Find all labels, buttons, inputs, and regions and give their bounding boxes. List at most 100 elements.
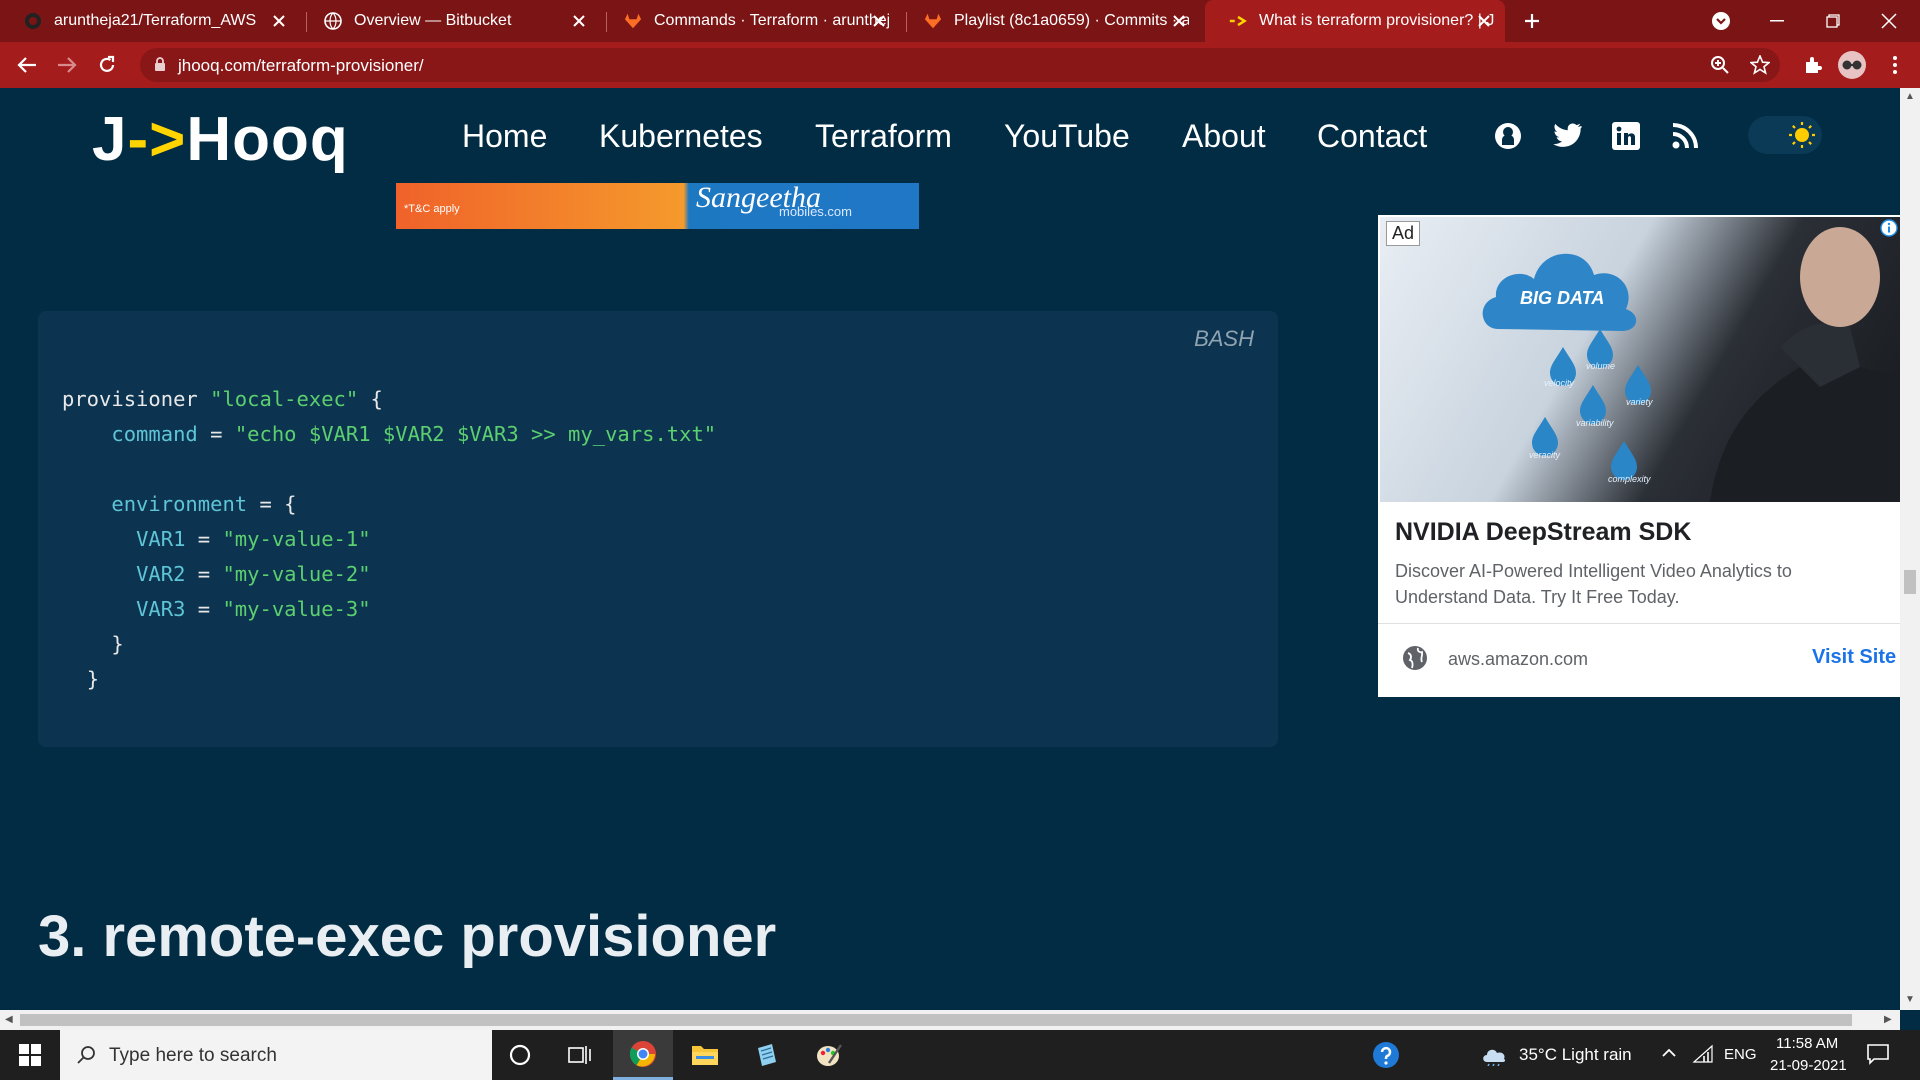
scroll-left-icon[interactable]: ◀ (5, 1014, 13, 1025)
nav-youtube[interactable]: YouTube (1004, 118, 1130, 155)
reload-button[interactable] (92, 50, 122, 80)
code-attr: VAR3 (136, 597, 186, 621)
chevron-up-icon[interactable] (1660, 1044, 1678, 1067)
browser-tab-active[interactable]: What is terraform provisioner? | J (1205, 0, 1505, 42)
notepad-taskbar-button[interactable] (737, 1030, 797, 1080)
code-attr: environment (111, 492, 248, 516)
notification-icon[interactable] (1866, 1043, 1890, 1070)
ad-visit-site-button[interactable]: Visit Site (1812, 646, 1896, 669)
code-keyword: provisioner (62, 387, 198, 411)
tab-search-button[interactable] (1694, 0, 1748, 42)
nav-kubernetes[interactable]: Kubernetes (599, 118, 763, 155)
restore-button[interactable] (1806, 0, 1860, 42)
back-button[interactable] (12, 50, 42, 80)
code-line: } (62, 632, 124, 656)
help-button[interactable] (1356, 1030, 1416, 1080)
theme-toggle[interactable] (1748, 116, 1822, 154)
code-line: VAR2 = "my-value-2" (62, 562, 371, 586)
chrome-icon (629, 1040, 656, 1067)
forward-button[interactable] (52, 50, 82, 80)
extensions-icon[interactable] (1798, 50, 1828, 80)
nav-about[interactable]: About (1182, 118, 1266, 155)
browser-tab[interactable]: Commands · Terraform · arunthej (600, 0, 900, 42)
scroll-right-icon[interactable]: ▶ (1884, 1014, 1892, 1025)
avatar[interactable] (1838, 51, 1866, 79)
code-line: VAR1 = "my-value-1" (62, 527, 371, 551)
vertical-scrollbar[interactable]: ▲ ▼ (1900, 88, 1920, 1010)
weather-text[interactable]: 35°C Light rain (1519, 1045, 1632, 1065)
close-icon[interactable] (568, 10, 590, 32)
scroll-up-icon[interactable]: ▲ (1905, 91, 1915, 102)
logo-arrow: -> (127, 105, 187, 174)
code-line: environment = { (62, 492, 297, 516)
ad-divider (1378, 623, 1900, 624)
bookmark-star-icon[interactable] (1748, 53, 1772, 80)
ad-domain: aws.amazon.com (1448, 649, 1589, 669)
browser-tab-strip: aruntheja21/Terraform_AWS Overview — Bit… (0, 0, 1920, 42)
code-operator: = { (247, 492, 297, 516)
file-explorer-taskbar-button[interactable] (675, 1030, 735, 1080)
zoom-icon[interactable] (1710, 55, 1730, 80)
github-icon[interactable] (1492, 120, 1524, 152)
weather-cloud-icon[interactable] (1480, 1044, 1508, 1071)
close-icon[interactable] (1473, 10, 1495, 32)
linkedin-icon[interactable] (1610, 120, 1642, 152)
rss-icon[interactable] (1669, 120, 1701, 152)
menu-kebab-icon[interactable] (1880, 50, 1910, 80)
url-text: jhooq.com/terraform-provisioner/ (178, 56, 424, 75)
browser-tab[interactable]: aruntheja21/Terraform_AWS (0, 0, 300, 42)
paint-icon (817, 1044, 842, 1066)
code-attr: VAR1 (136, 527, 186, 551)
vertical-scroll-thumb[interactable] (1904, 570, 1916, 594)
ad-badge: Ad (1386, 221, 1421, 246)
banner-ad[interactable]: *T&C apply Sangeetha mobiles.com (396, 181, 919, 229)
ad-description: Discover AI-Powered Intelligent Video An… (1395, 561, 1792, 607)
browser-tab[interactable]: Playlist (8c1a0659) · Commits · ar (900, 0, 1200, 42)
browser-tab[interactable]: Overview — Bitbucket (300, 0, 600, 42)
code-block: BASH provisioner "local-exec" { command … (38, 311, 1278, 747)
horizontal-scrollbar[interactable]: ◀ ▶ (0, 1010, 1900, 1030)
site-logo[interactable]: J->Hooq (92, 104, 349, 175)
ad-title[interactable]: NVIDIA DeepStream SDK (1395, 518, 1691, 547)
sidebar-ad[interactable]: BIG DATA velocity volume variety variabi… (1378, 215, 1900, 697)
minimize-button[interactable] (1750, 0, 1804, 42)
clock-date[interactable]: 21-09-2021 (1770, 1057, 1847, 1074)
code-brace: { (358, 387, 383, 411)
horizontal-scroll-thumb[interactable] (20, 1014, 1852, 1026)
nav-contact[interactable]: Contact (1317, 118, 1427, 155)
code-line: provisioner "local-exec" { (62, 387, 383, 411)
nav-terraform[interactable]: Terraform (815, 118, 952, 155)
nav-home[interactable]: Home (462, 118, 547, 155)
code-string: "echo $VAR1 $VAR2 $VAR3 >> my_vars.txt" (234, 422, 717, 446)
close-icon[interactable] (1168, 10, 1190, 32)
globe-icon (324, 12, 342, 30)
taskbar-search-box[interactable]: Type here to search (60, 1030, 492, 1080)
chrome-taskbar-button[interactable] (613, 1030, 673, 1080)
ad-image[interactable]: BIG DATA velocity volume variety variabi… (1380, 217, 1900, 502)
address-bar[interactable]: jhooq.com/terraform-provisioner/ (140, 48, 1780, 82)
task-view-button[interactable] (550, 1030, 610, 1080)
close-icon[interactable] (268, 10, 290, 32)
wifi-icon[interactable] (1692, 1044, 1714, 1069)
tab-title: Overview — Bitbucket (354, 12, 512, 29)
section-heading: 3. remote-exec provisioner (38, 904, 777, 969)
windows-icon (19, 1044, 41, 1066)
code-brace: } (111, 632, 124, 656)
tab-title: Commands · Terraform · arunthej (654, 12, 889, 29)
input-language[interactable]: ENG (1724, 1046, 1757, 1063)
windows-start-button[interactable] (0, 1030, 60, 1080)
close-window-button[interactable] (1862, 0, 1916, 42)
cortana-button[interactable] (490, 1030, 550, 1080)
code-attr: command (111, 422, 198, 446)
ad-info-icon[interactable] (1880, 219, 1898, 242)
clock-time[interactable]: 11:58 AM (1776, 1035, 1838, 1052)
close-icon[interactable] (868, 10, 890, 32)
new-tab-button[interactable] (1505, 0, 1559, 42)
scroll-down-icon[interactable]: ▼ (1905, 994, 1915, 1005)
code-operator: = (197, 422, 235, 446)
ad-image-drop-label: variability (1576, 418, 1614, 428)
tab-title: Playlist (8c1a0659) · Commits · ar (954, 12, 1189, 29)
big-data-illustration (1482, 227, 1900, 502)
paint-taskbar-button[interactable] (799, 1030, 859, 1080)
twitter-icon[interactable] (1551, 120, 1583, 152)
